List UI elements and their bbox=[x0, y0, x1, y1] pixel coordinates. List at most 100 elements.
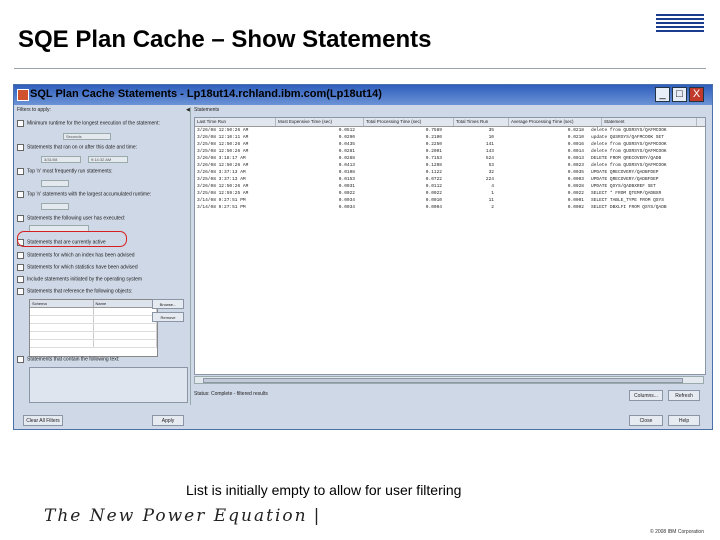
col-average-processing[interactable]: Average Processing Time (sec) bbox=[509, 118, 602, 126]
table-cell: 0.0016 bbox=[567, 142, 584, 147]
table-cell: 0.0288 bbox=[338, 156, 355, 161]
table-cell: 0.0035 bbox=[567, 170, 584, 175]
filter-top-frequent[interactable]: Top 'n' most frequently run statements: bbox=[17, 168, 185, 175]
table-cell: 0.0022 bbox=[338, 191, 355, 196]
table-cell: 0.0512 bbox=[338, 128, 355, 133]
table-cell: 0.0023 bbox=[567, 163, 584, 168]
checkbox[interactable] bbox=[17, 144, 24, 151]
close-window-button[interactable]: X bbox=[689, 87, 704, 102]
minimize-button[interactable]: _ bbox=[655, 87, 670, 102]
objects-table[interactable]: Schema Name bbox=[29, 299, 158, 357]
remove-button[interactable]: Remove bbox=[152, 312, 184, 322]
help-button[interactable]: Help bbox=[668, 415, 700, 426]
table-cell: 0.2250 bbox=[425, 142, 442, 147]
checkbox[interactable] bbox=[17, 120, 24, 127]
table-row[interactable]: 3/25/08 3:37:13 AM 0.0153 0.0722 224 0.0003 U… bbox=[195, 176, 705, 183]
checkbox[interactable] bbox=[17, 252, 24, 259]
table-cell: update QUSRSYS/QAFMCOOK SET bbox=[591, 135, 664, 140]
table-cell: 0.0028 bbox=[567, 184, 584, 189]
table-row[interactable]: 3/25/08 12:59:25 AM 0.0022 0.0022 1 0.0022 SE… bbox=[195, 190, 705, 197]
table-cell: 0.0413 bbox=[338, 163, 355, 168]
col-total-runs[interactable]: Total Times Run bbox=[454, 118, 509, 126]
table-cell: 0.0003 bbox=[567, 177, 584, 182]
filter-top-runtime[interactable]: Top 'n' statements with the largest accu… bbox=[17, 191, 185, 198]
time-field[interactable]: 9:14:32 AM bbox=[88, 156, 128, 163]
table-cell: 0.0210 bbox=[567, 135, 584, 140]
checkbox[interactable] bbox=[17, 264, 24, 271]
table-cell: delete from QUSRSYS/QAFMCOOK bbox=[591, 142, 667, 147]
checkbox[interactable] bbox=[17, 191, 24, 198]
app-icon bbox=[17, 89, 29, 101]
close-button[interactable]: Close bbox=[629, 415, 663, 426]
table-cell: 0.0722 bbox=[425, 177, 442, 182]
filter-text[interactable]: Statements that contain the following te… bbox=[17, 356, 185, 363]
scrollbar-thumb[interactable] bbox=[203, 378, 683, 383]
maximize-button[interactable]: □ bbox=[672, 87, 687, 102]
table-cell: 3/25/08 12:59:25 AM bbox=[197, 191, 249, 196]
browse-button[interactable]: Browse... bbox=[152, 299, 184, 309]
col-most-expensive[interactable]: Most Expensive Time (sec) bbox=[276, 118, 364, 126]
table-row[interactable]: 3/14/08 9:27:51 PM 0.0034 0.0010 11 0.0001 SE… bbox=[195, 197, 705, 204]
pane-divider[interactable] bbox=[190, 107, 191, 405]
table-cell: 0.2001 bbox=[425, 149, 442, 154]
runtime-unit-select[interactable]: Seconds bbox=[63, 133, 111, 140]
col-last-time-run[interactable]: Last Time Run bbox=[195, 118, 276, 126]
col-schema[interactable]: Schema bbox=[30, 300, 94, 307]
filter-min-runtime[interactable]: Minimum runtime for the longest executio… bbox=[17, 120, 185, 127]
table-cell: 2 bbox=[491, 205, 494, 210]
refresh-button[interactable]: Refresh bbox=[668, 390, 700, 401]
top-n-runtime-field[interactable] bbox=[41, 203, 69, 210]
table-row[interactable]: 3/26/08 12:50:26 AM 0.0413 0.1208 53 0.0023 d… bbox=[195, 162, 705, 169]
table-row[interactable]: 3/25/08 12:50:26 AM 0.0435 0.2250 141 0.0016… bbox=[195, 141, 705, 148]
window-title: SQL Plan Cache Statements - Lp18ut14.rch… bbox=[30, 88, 382, 100]
table-row[interactable]: 3/25/08 12:50:26 AM 0.0281 0.2001 143 0.0014… bbox=[195, 148, 705, 155]
checkbox[interactable] bbox=[17, 288, 24, 295]
table-cell: 0.7589 bbox=[425, 128, 442, 133]
table-row[interactable]: 3/14/08 9:27:51 PM 0.0034 0.0004 2 0.0002 SEL… bbox=[195, 204, 705, 211]
table-cell: 0.0435 bbox=[338, 142, 355, 147]
table-cell: 3/26/08 12:50:26 AM bbox=[197, 128, 249, 133]
col-name[interactable]: Name bbox=[94, 300, 157, 307]
table-cell: UPDATE QRECOVERY/QADBFDEP bbox=[591, 177, 659, 182]
horizontal-scrollbar[interactable] bbox=[194, 376, 704, 384]
col-total-processing[interactable]: Total Processing Time (sec) bbox=[364, 118, 454, 126]
status-text: Status: Complete - filtered results bbox=[194, 391, 268, 397]
table-row[interactable]: 3/26/08 12:10:11 AM 0.0290 0.2100 10 0.0210 u… bbox=[195, 134, 705, 141]
filter-user[interactable]: Statements the following user has execut… bbox=[17, 215, 185, 222]
statements-table[interactable]: Last Time Run Most Expensive Time (sec) … bbox=[194, 117, 706, 375]
table-row[interactable]: 3/26/08 12:50:26 AM 0.0512 0.7589 35 0.0218 d… bbox=[195, 127, 705, 134]
col-statement[interactable]: Statement bbox=[602, 118, 697, 126]
columns-button[interactable]: Columns... bbox=[629, 390, 663, 401]
table-cell: 524 bbox=[485, 156, 494, 161]
table-cell: 0.0001 bbox=[567, 198, 584, 203]
table-cell: delete from QUSRSYS/QAFMCOOK bbox=[591, 149, 667, 154]
table-cell: 0.0022 bbox=[425, 191, 442, 196]
table-cell: delete from QUSRSYS/QAFMCOOK bbox=[591, 128, 667, 133]
checkbox[interactable] bbox=[17, 215, 24, 222]
filter-stats-advised[interactable]: Statements for which statistics have bee… bbox=[17, 264, 185, 271]
collapse-arrow-icon[interactable]: ◀ bbox=[186, 107, 190, 113]
checkbox[interactable] bbox=[17, 276, 24, 283]
filter-index-advised[interactable]: Statements for which an index has been a… bbox=[17, 252, 185, 259]
table-cell: SELECT TABLE_TYPE FROM QSYS bbox=[591, 198, 664, 203]
table-cell: 0.0153 bbox=[338, 177, 355, 182]
table-row[interactable]: 3/26/08 12:50:26 AM 0.0031 0.0112 4 0.0028 UP… bbox=[195, 183, 705, 190]
filter-objects[interactable]: Statements that reference the following … bbox=[17, 288, 185, 295]
filter-date-time[interactable]: Statements that ran on or after this dat… bbox=[17, 144, 185, 151]
table-cell: 0.0014 bbox=[567, 149, 584, 154]
apply-button[interactable]: Apply bbox=[152, 415, 184, 426]
top-n-frequent-field[interactable] bbox=[41, 180, 69, 187]
filter-include-os[interactable]: Include statements initiated by the oper… bbox=[17, 276, 185, 283]
table-row[interactable]: 3/26/08 3:18:17 AM 0.0288 0.7153 524 0.0013 D… bbox=[195, 155, 705, 162]
statement-text-area[interactable] bbox=[29, 367, 188, 403]
clear-all-filters-button[interactable]: Clear All Filters bbox=[23, 415, 63, 426]
table-row[interactable]: 3/26/08 3:37:13 AM 0.0108 0.1122 32 0.0035 UP… bbox=[195, 169, 705, 176]
table-cell: 0.0010 bbox=[425, 198, 442, 203]
checkbox[interactable] bbox=[17, 168, 24, 175]
window-titlebar[interactable]: SQL Plan Cache Statements - Lp18ut14.rch… bbox=[14, 85, 712, 105]
table-cell: UPDATE QRECOVERY/QADBFDEP bbox=[591, 170, 659, 175]
checkbox[interactable] bbox=[17, 356, 24, 363]
date-field[interactable]: 3/31/08 bbox=[41, 156, 81, 163]
statements-label: Statements bbox=[194, 107, 220, 113]
table-cell: 3/26/08 3:37:13 AM bbox=[197, 170, 246, 175]
